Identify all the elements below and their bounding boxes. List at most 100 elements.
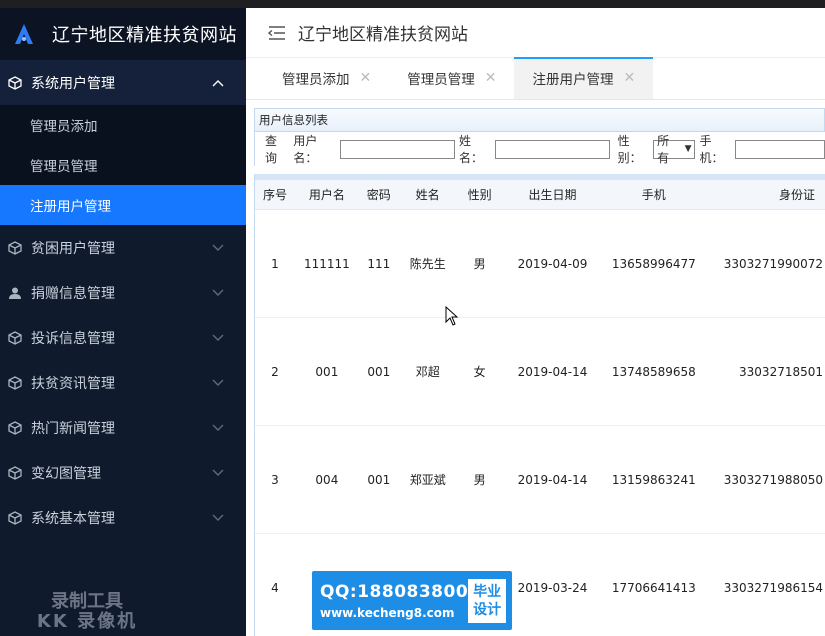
query-label: 查询: [265, 134, 278, 165]
username-input[interactable]: [340, 139, 456, 159]
cell: 2019-04-09: [517, 256, 588, 271]
name-input[interactable]: [494, 139, 610, 159]
cube-icon: [7, 465, 23, 481]
gender-select[interactable]: 所有 ▼: [653, 134, 696, 165]
submenu-system-users: 管理员添加 管理员管理 注册用户管理: [0, 105, 246, 225]
cell: 001: [367, 364, 391, 379]
cell: 2019-04-14: [517, 364, 588, 379]
cell: 4: [271, 580, 279, 595]
tab-bar: 管理员添加 ✕ 管理员管理 ✕ 注册用户管理 ✕: [246, 57, 825, 100]
cell: 女: [473, 365, 486, 379]
menu-carousel[interactable]: 变幻图管理: [0, 450, 246, 495]
cell: 3303271986154: [723, 580, 824, 595]
menu-label: 系统用户管理: [31, 75, 115, 92]
chevron-down-icon: [212, 512, 224, 524]
sidebar-item-registered-users[interactable]: 注册用户管理: [0, 185, 246, 225]
menu-poor-users[interactable]: 贫困用户管理: [0, 225, 246, 270]
close-icon[interactable]: ✕: [623, 70, 635, 86]
menu-donations[interactable]: 捐赠信息管理: [0, 270, 246, 315]
promo-qq: QQ:188083800: [320, 581, 469, 602]
filter-bar: 查询 用户名： 姓名： 性别： 所有 ▼ 手机：: [254, 132, 825, 166]
menu-hot-news[interactable]: 热门新闻管理: [0, 405, 246, 450]
cube-icon: [7, 420, 23, 436]
col-header[interactable]: 用户名: [295, 186, 359, 203]
chevron-down-icon: [212, 287, 224, 299]
promo-url: www.kecheng8.com: [320, 605, 455, 620]
table-row[interactable]: 3 004 001 郑亚斌 男 2019-04-14 13159863241 3…: [255, 426, 825, 534]
tab-admin-add[interactable]: 管理员添加 ✕: [264, 57, 389, 99]
cell: 1: [271, 256, 279, 271]
cell: 001: [367, 472, 391, 487]
close-icon[interactable]: ✕: [485, 70, 497, 86]
table-row[interactable]: 2 001 001 邓超 女 2019-04-14 13748589658 33…: [255, 318, 825, 426]
sidebar-item-admin-manage[interactable]: 管理员管理: [0, 145, 246, 185]
col-header[interactable]: 出生日期: [503, 186, 603, 203]
window-top-strip: [0, 0, 825, 8]
dropdown-arrow-icon: ▼: [684, 144, 692, 154]
col-header[interactable]: 密码: [359, 186, 399, 203]
cell: 2019-03-24: [517, 580, 588, 595]
chevron-down-icon: [212, 242, 224, 254]
cell: 33032718501: [739, 364, 824, 379]
sidebar-item-admin-add[interactable]: 管理员添加: [0, 105, 246, 145]
close-icon[interactable]: ✕: [360, 70, 372, 86]
gender-select-value: 所有: [657, 134, 670, 165]
cell: 2019-04-14: [517, 472, 588, 487]
menu-label: 热门新闻管理: [31, 420, 115, 437]
cell: 2: [271, 364, 279, 379]
menu-label: 系统基本管理: [31, 510, 115, 527]
sidebar-item-label: 管理员添加: [30, 119, 98, 135]
menu-complaints[interactable]: 投诉信息管理: [0, 315, 246, 360]
phone-label: 手机：: [699, 134, 724, 165]
sidebar: 辽宁地区精准扶贫网站 系统用户管理 管理员添加 管理员管理 注册用户管理 贫困用…: [0, 8, 246, 636]
mouse-cursor-icon: [445, 306, 459, 326]
tab-label: 注册用户管理: [532, 72, 614, 88]
cell: 13748589658: [611, 364, 696, 379]
cell: 3303271988050: [723, 472, 824, 487]
table-row[interactable]: 1 111111 111 陈先生 男 2019-04-09 1365899647…: [255, 210, 825, 318]
cube-icon: [7, 510, 23, 526]
menu-label: 变幻图管理: [31, 465, 101, 482]
promo-badge: 毕业 设计: [468, 578, 506, 623]
watermark-line-2: KK 录像机: [36, 611, 138, 632]
col-header[interactable]: 手机: [602, 186, 705, 203]
col-header[interactable]: 身份证: [705, 186, 825, 203]
brand[interactable]: 辽宁地区精准扶贫网站: [0, 8, 246, 60]
menu-poverty-news[interactable]: 扶贫资讯管理: [0, 360, 246, 405]
chevron-down-icon: [212, 422, 224, 434]
name-label: 姓名：: [459, 134, 484, 165]
chevron-down-icon: [212, 467, 224, 479]
menu-system-basic[interactable]: 系统基本管理: [0, 495, 246, 540]
phone-input[interactable]: [735, 139, 825, 159]
sidebar-item-label: 注册用户管理: [30, 199, 111, 215]
header-title: 辽宁地区精准扶贫网站: [298, 25, 468, 45]
cell: 13658996477: [611, 256, 696, 271]
recorder-watermark: 录制工具 KK 录像机: [22, 592, 152, 636]
user-table: 序号 用户名 密码 姓名 性别 出生日期 手机 身份证 1 111111 111…: [254, 180, 825, 636]
tab-registered-users[interactable]: 注册用户管理 ✕: [514, 57, 654, 99]
cube-icon: [7, 330, 23, 346]
promo-badge-line-1: 毕业: [473, 583, 502, 600]
menu-group-system-users: 系统用户管理 管理员添加 管理员管理 注册用户管理: [0, 60, 246, 225]
brand-title: 辽宁地区精准扶贫网站: [52, 25, 237, 46]
col-header[interactable]: 性别: [457, 186, 503, 203]
chevron-down-icon: [212, 332, 224, 344]
menu-toggle-icon[interactable]: [268, 25, 286, 41]
cube-icon: [7, 240, 23, 256]
header: 辽宁地区精准扶贫网站: [246, 8, 825, 58]
cube-icon: [7, 375, 23, 391]
promo-watermark: QQ:188083800 www.kecheng8.com 毕业 设计: [312, 571, 512, 630]
cell: 男: [473, 257, 486, 271]
cell: 13159863241: [611, 472, 696, 487]
col-header[interactable]: 姓名: [399, 186, 457, 203]
chevron-up-icon: [212, 77, 224, 89]
col-header[interactable]: 序号: [255, 186, 295, 203]
promo-text: QQ:188083800 www.kecheng8.com: [312, 582, 468, 620]
cell: 邓超: [415, 365, 440, 379]
cell: 111: [367, 256, 391, 271]
menu-label: 投诉信息管理: [31, 330, 115, 347]
menu-label: 扶贫资讯管理: [31, 375, 115, 392]
menu-system-users[interactable]: 系统用户管理: [0, 60, 246, 105]
promo-badge-line-2: 设计: [473, 601, 502, 618]
tab-admin-manage[interactable]: 管理员管理 ✕: [389, 57, 514, 99]
